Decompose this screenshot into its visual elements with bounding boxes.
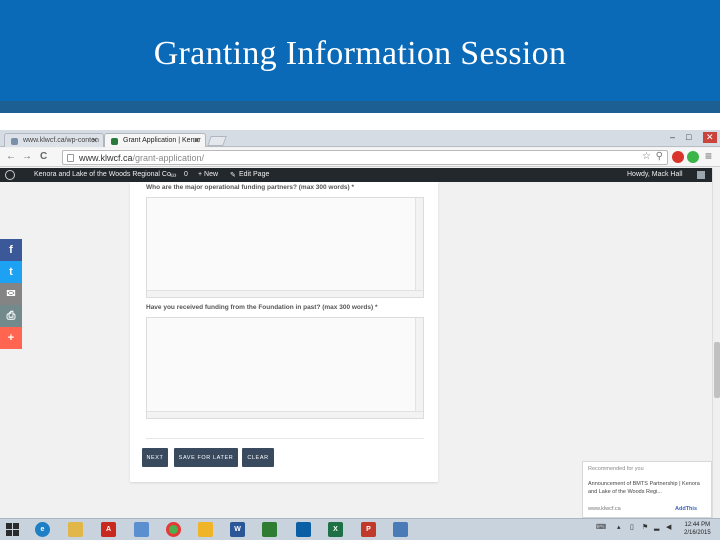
print-icon: ⎙ (6, 310, 16, 322)
new-tab-button[interactable] (207, 136, 227, 146)
keyboard-icon[interactable]: ⌨ (596, 523, 606, 531)
avatar[interactable] (697, 171, 705, 179)
admin-greeting[interactable]: Howdy, Mack Hall (627, 171, 683, 178)
word-icon[interactable]: W (230, 522, 245, 537)
slide-title: Granting Information Session (153, 35, 567, 72)
minimize-button[interactable]: – (670, 132, 675, 142)
tab-wp-content[interactable]: www.klwcf.ca/wp-conten ✕ (4, 133, 104, 147)
tray-expand-icon[interactable]: ▴ (617, 523, 621, 531)
question-label: Who are the major operational funding pa… (146, 184, 355, 191)
close-icon[interactable]: ✕ (91, 136, 98, 145)
comments-icon[interactable]: ▭ (170, 171, 177, 179)
zoom-icon[interactable]: ⚲ (656, 151, 663, 162)
print-share-button[interactable]: ⎙ (0, 305, 22, 327)
slide: Granting Information Session www.klwcf.c… (0, 0, 720, 540)
tab-grant-application[interactable]: Grant Application | Kenor ✕ (104, 133, 206, 147)
tab-label: www.klwcf.ca/wp-conten (23, 137, 99, 144)
battery-icon[interactable]: ▯ (630, 523, 634, 531)
page-info-icon (67, 154, 74, 162)
calendar-app-icon[interactable] (262, 522, 277, 537)
past-funding-textarea[interactable] (146, 317, 424, 419)
textarea-scrollbar[interactable] (415, 318, 423, 418)
admin-site-name[interactable]: Kenora and Lake of the Woods Regional Co… (34, 171, 177, 178)
funding-partners-textarea[interactable] (146, 197, 424, 298)
excel-icon[interactable]: X (328, 522, 343, 537)
restore-button[interactable]: □ (686, 132, 691, 142)
acrobat-icon[interactable]: A (101, 522, 116, 537)
internet-explorer-icon[interactable]: e (35, 522, 50, 537)
volume-icon[interactable]: ◀ (666, 523, 671, 531)
tab-label: Grant Application | Kenor (123, 137, 201, 144)
clock-date: 2/16/2015 (684, 530, 711, 536)
admin-edit-page-link[interactable]: Edit Page (239, 171, 269, 178)
app-icon[interactable] (134, 522, 149, 537)
clear-button[interactable]: CLEAR (242, 448, 274, 467)
grant-application-form: Who are the major operational funding pa… (130, 182, 438, 482)
address-bar[interactable]: www.klwcf.ca/grant-application/ ⚲ ☆ (62, 150, 668, 165)
plus-icon: + (7, 332, 15, 344)
site-favicon-icon (111, 138, 118, 145)
twitter-share-button[interactable]: t (0, 261, 22, 283)
scrollbar-thumb[interactable] (714, 342, 720, 398)
page-scrollbar[interactable] (712, 168, 720, 518)
pencil-icon: ✎ (230, 172, 236, 179)
textarea-horizontal-scrollbar[interactable] (147, 290, 423, 297)
page-viewport: f t ✉ ⎙ + Who are the major operational … (0, 182, 712, 518)
addthis-logo[interactable]: AddThis (675, 506, 697, 512)
facebook-icon: f (9, 244, 13, 256)
network-icon[interactable]: ▂ (654, 523, 659, 531)
powerpoint-icon[interactable]: P (361, 522, 376, 537)
tab-strip: www.klwcf.ca/wp-conten ✕ Grant Applicati… (0, 130, 720, 147)
clock-time: 12:44 PM (684, 522, 711, 528)
save-for-later-button[interactable]: SAVE FOR LATER (174, 448, 238, 467)
flag-icon[interactable]: ⚑ (642, 523, 648, 531)
recommendation-source: www.klwcf.ca (588, 506, 621, 512)
forward-arrow-icon[interactable]: → (22, 151, 32, 162)
more-share-button[interactable]: + (0, 327, 22, 349)
taskbar-clock[interactable]: 12:44 PM 2/16/2015 (684, 521, 711, 537)
app-icon[interactable] (296, 522, 311, 537)
menu-icon[interactable]: ≡ (705, 149, 712, 163)
file-explorer-icon[interactable] (68, 522, 83, 537)
close-window-button[interactable]: ✕ (703, 132, 717, 143)
wordpress-logo-icon[interactable] (5, 170, 15, 180)
textarea-horizontal-scrollbar[interactable] (147, 411, 423, 418)
adblock-icon[interactable] (672, 151, 684, 163)
recommendation-link[interactable]: Announcement of BMTS Partnership | Kenor… (588, 480, 706, 496)
wp-admin-bar: Kenora and Lake of the Woods Regional Co… (0, 168, 712, 182)
question-label: Have you received funding from the Found… (146, 304, 378, 311)
close-icon[interactable]: ✕ (193, 136, 200, 145)
address-toolbar: ← → C www.klwcf.ca/grant-application/ ⚲ … (0, 148, 720, 167)
next-button[interactable]: NEXT (142, 448, 168, 467)
reload-icon[interactable]: C (40, 151, 47, 162)
back-arrow-icon[interactable]: ← (6, 151, 16, 162)
textarea-scrollbar[interactable] (415, 198, 423, 297)
slide-header-band (0, 101, 720, 113)
email-icon: ✉ (6, 288, 16, 300)
comments-count: 0 (184, 171, 188, 178)
recommendation-widget[interactable]: Recommended for you Announcement of BMTS… (582, 461, 712, 518)
extension-icon[interactable] (687, 151, 699, 163)
admin-new-link[interactable]: + New (198, 171, 218, 178)
app-icon[interactable] (393, 522, 408, 537)
mail-app-icon[interactable] (198, 522, 213, 537)
twitter-icon: t (9, 266, 13, 278)
recommendation-label: Recommended for you (588, 466, 644, 472)
email-share-button[interactable]: ✉ (0, 283, 22, 305)
url-domain: www.klwcf.ca (79, 153, 133, 163)
facebook-share-button[interactable]: f (0, 239, 22, 261)
windows-start-icon[interactable] (6, 523, 20, 537)
bookmark-star-icon[interactable]: ☆ (642, 151, 651, 162)
taskbar: e A W X P ⌨ ▴ ▯ ⚑ ▂ ◀ 12:44 PM 2/16/2015 (0, 518, 720, 540)
chrome-icon[interactable] (166, 522, 181, 537)
browser-window: www.klwcf.ca/wp-conten ✕ Grant Applicati… (0, 130, 720, 518)
page-icon (11, 138, 18, 145)
form-divider (146, 438, 424, 439)
url-path: /grant-application/ (132, 153, 205, 163)
